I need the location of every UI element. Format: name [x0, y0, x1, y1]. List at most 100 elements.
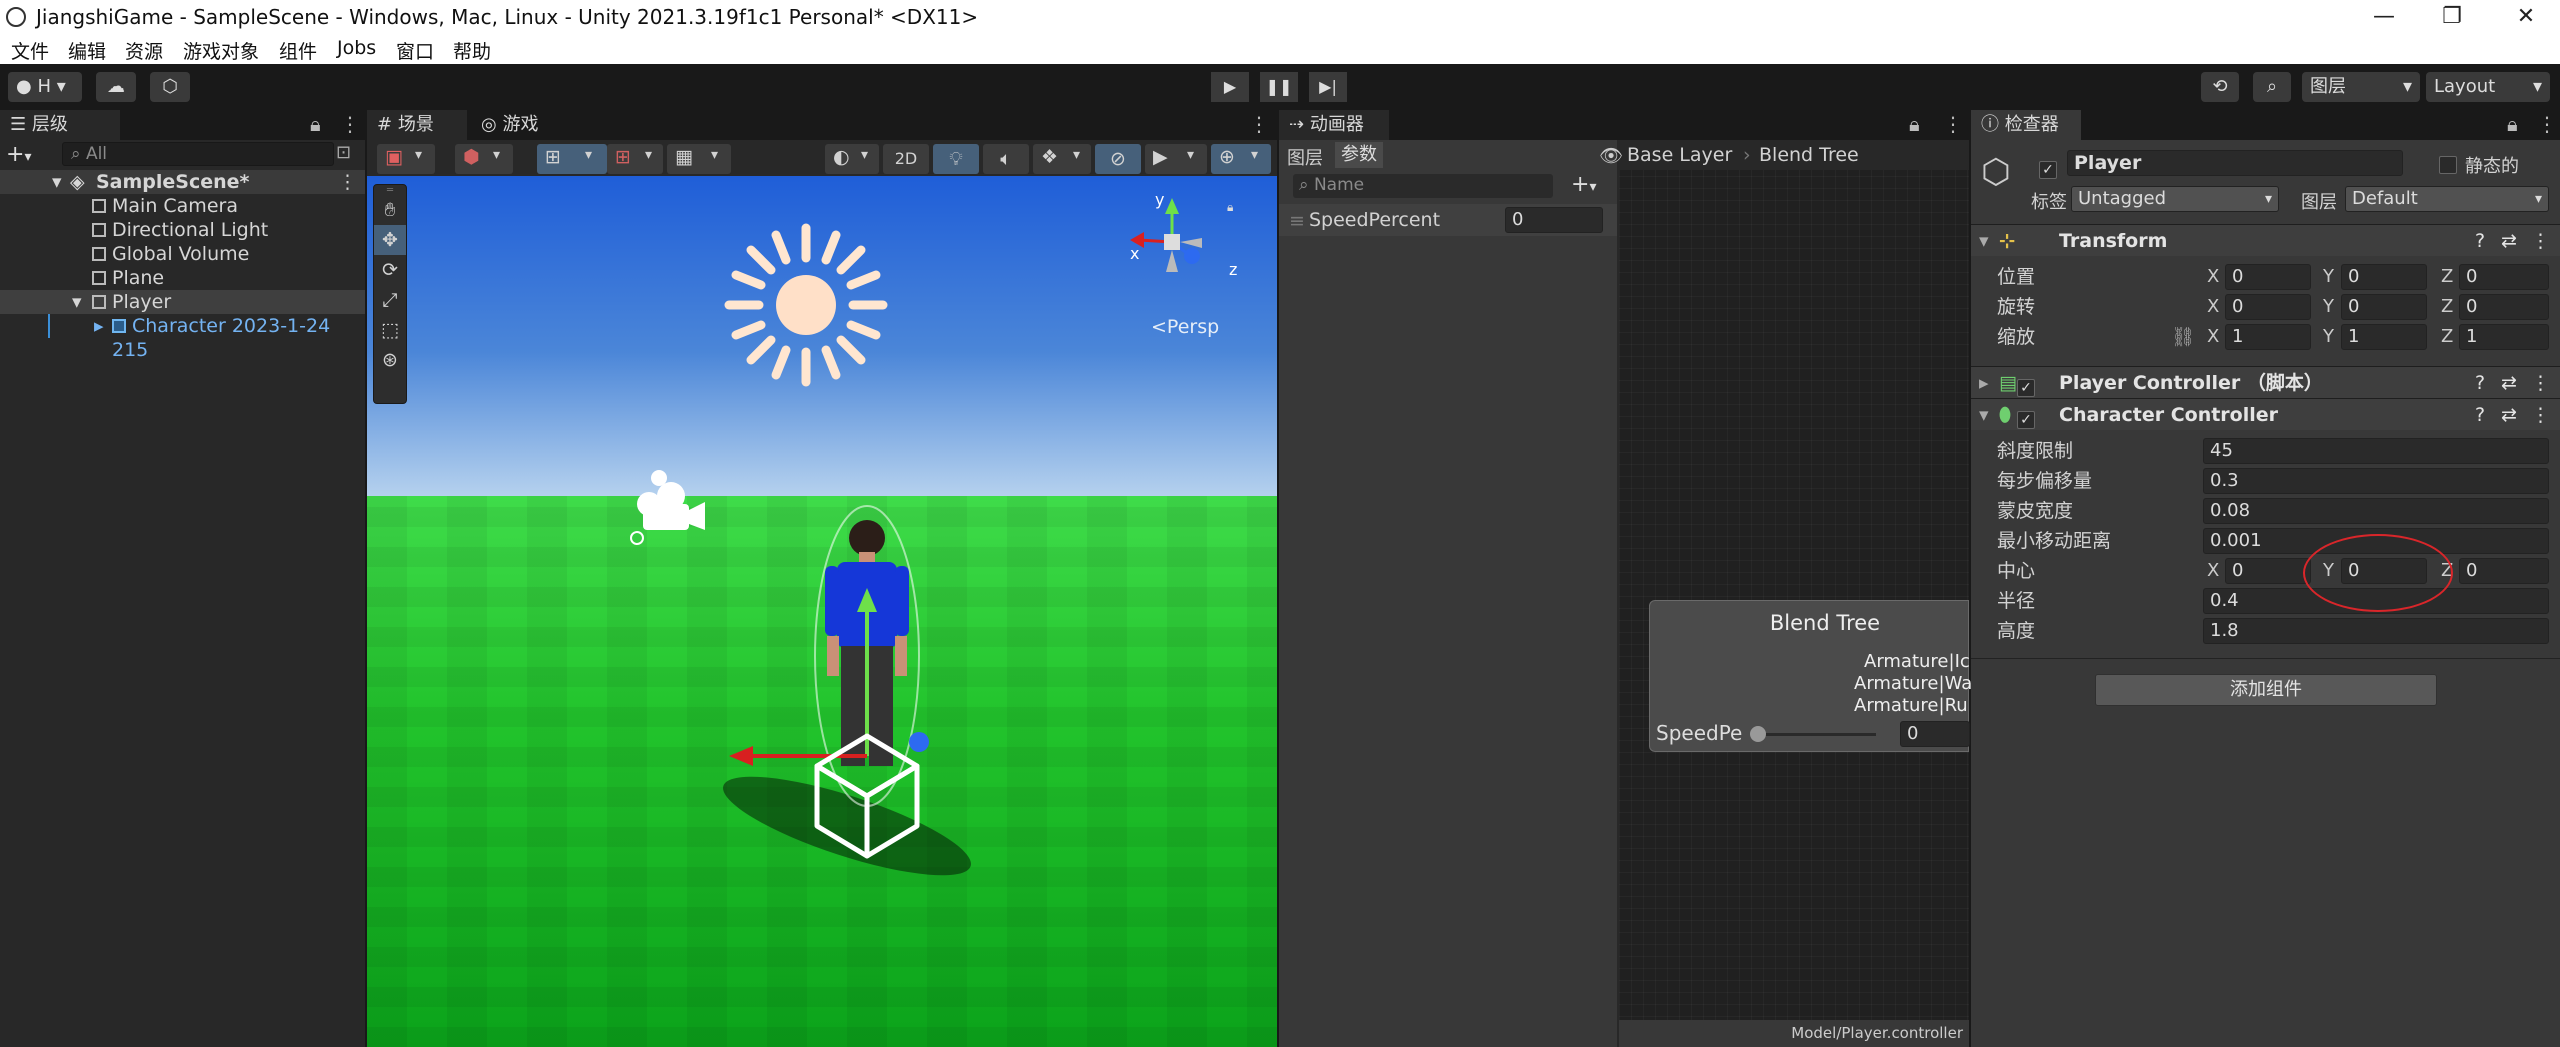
parameter-value-field[interactable]: 0	[1505, 207, 1603, 233]
rotation-x-field[interactable]: 0	[2225, 294, 2311, 320]
node-slider-thumb[interactable]	[1750, 726, 1766, 742]
lock-icon[interactable]: 🔒︎	[310, 112, 321, 136]
kebab-menu-icon[interactable]: ⋮	[2531, 399, 2550, 431]
list-item-selected[interactable]: ▾ Player	[0, 290, 365, 314]
render-mode-dropdown[interactable]: ⬢ ▾	[455, 144, 513, 174]
lighting-toggle[interactable]: 💡︎	[933, 144, 979, 174]
close-button[interactable]: ✕	[2498, 2, 2554, 32]
help-icon[interactable]: ?	[2475, 399, 2485, 431]
tab-animator[interactable]: ⇢ 动画器	[1279, 110, 1389, 140]
scale-y-field[interactable]: 1	[2341, 324, 2427, 350]
menu-jobs[interactable]: Jobs	[337, 37, 376, 59]
maximize-button[interactable]: ❐	[2424, 2, 2480, 32]
static-checkbox[interactable]	[2439, 156, 2457, 174]
menu-edit[interactable]: 编辑	[68, 37, 106, 64]
scene-camera-dropdown[interactable]: ▶ ▾	[1145, 144, 1207, 174]
grid-visibility-dropdown[interactable]: ▦ ▾	[667, 144, 731, 174]
cloud-button[interactable]: ☁	[96, 72, 136, 102]
lock-icon[interactable]: 🔒︎	[2507, 112, 2518, 136]
link-icon[interactable]: ⛓︎	[2171, 322, 2195, 352]
persp-toggle[interactable]: <Persp	[1151, 316, 1219, 338]
rotation-z-field[interactable]: 0	[2459, 294, 2549, 320]
kebab-menu-icon[interactable]: ⋮	[1249, 112, 1269, 136]
eye-icon[interactable]: 👁︎	[1599, 144, 1623, 167]
step-button[interactable]: ▶|	[1309, 72, 1347, 102]
layers-dropdown[interactable]: 图层 ▾	[2302, 72, 2420, 102]
center-x-field[interactable]: 0	[2225, 558, 2311, 584]
node-slider-track[interactable]	[1756, 733, 1876, 736]
tab-parameters[interactable]: 参数	[1335, 142, 1383, 168]
preset-icon[interactable]: ⇄	[2501, 225, 2517, 257]
enabled-checkbox[interactable]: ✓	[2017, 411, 2035, 429]
camera-mode-dropdown[interactable]: ◐ ▾	[825, 144, 879, 174]
pause-button[interactable]: ❚❚	[1260, 72, 1298, 102]
draw-mode-dropdown[interactable]: ▣ ▾	[377, 144, 435, 174]
transform-tool-button[interactable]: ⊛	[374, 345, 406, 375]
audio-toggle[interactable]: 🔈︎	[983, 144, 1029, 174]
position-z-field[interactable]: 0	[2459, 264, 2549, 290]
menu-window[interactable]: 窗口	[396, 37, 434, 64]
kebab-menu-icon[interactable]: ⋮	[1943, 112, 1963, 136]
breadcrumb-base-layer[interactable]: Base Layer	[1627, 144, 1732, 166]
tab-inspector[interactable]: ⓘ 检查器	[1971, 110, 2081, 140]
tab-hierarchy[interactable]: ☰ 层级	[0, 110, 120, 140]
preset-icon[interactable]: ⇄	[2501, 399, 2517, 431]
player-controller-header[interactable]: ▸ ▤ ✓ Player Controller （脚本） ? ⇄ ⋮	[1971, 366, 2560, 398]
object-name-field[interactable]: Player	[2067, 150, 2403, 176]
tab-layers[interactable]: 图层	[1287, 144, 1323, 169]
tag-dropdown[interactable]: Untagged ▾	[2071, 186, 2279, 212]
add-component-button[interactable]: 添加组件	[2095, 674, 2437, 706]
kebab-menu-icon[interactable]: ⋮	[2537, 112, 2557, 136]
menu-gameobject[interactable]: 游戏对象	[183, 37, 259, 64]
help-icon[interactable]: ?	[2475, 367, 2485, 399]
search-button[interactable]: ⌕	[2253, 72, 2291, 102]
character-controller-header[interactable]: ▾ ⬮ ✓ Character Controller ? ⇄ ⋮	[1971, 398, 2560, 430]
kebab-menu-icon[interactable]: ⋮	[340, 112, 360, 136]
kebab-menu-icon[interactable]: ⋮	[2531, 225, 2550, 257]
collab-button[interactable]: ⬡	[150, 72, 190, 102]
parameter-search-input[interactable]: ⌕ Name	[1293, 174, 1553, 198]
list-item[interactable]: Plane	[0, 266, 365, 290]
help-icon[interactable]: ?	[2475, 225, 2485, 257]
kebab-menu-icon[interactable]: ⋮	[338, 170, 357, 194]
slope-limit-field[interactable]: 45	[2203, 438, 2549, 464]
hierarchy-search-input[interactable]: ⌕ All	[62, 142, 334, 166]
menu-help[interactable]: 帮助	[453, 37, 491, 64]
filter-icon[interactable]: ⊡	[336, 142, 351, 163]
play-button[interactable]: ▶	[1211, 72, 1249, 102]
scale-tool-button[interactable]: ⤢	[374, 285, 406, 315]
preset-icon[interactable]: ⇄	[2501, 367, 2517, 399]
hidden-objects-toggle[interactable]: ⊘	[1095, 144, 1141, 174]
transform-header[interactable]: ▾ ⊹ Transform ? ⇄ ⋮	[1971, 224, 2560, 256]
height-field[interactable]: 1.8	[2203, 618, 2549, 644]
layer-dropdown[interactable]: Default ▾	[2345, 186, 2549, 212]
breadcrumb-blend-tree[interactable]: Blend Tree	[1759, 144, 1859, 166]
history-button[interactable]: ⟲	[2201, 72, 2239, 102]
active-checkbox[interactable]: ✓	[2039, 161, 2057, 179]
list-item[interactable]: Directional Light	[0, 218, 365, 242]
animator-graph[interactable]: 👁︎ Base Layer › Blend Tree Blend Tree Ar…	[1599, 140, 1972, 1047]
position-y-field[interactable]: 0	[2341, 264, 2427, 290]
move-tool-button[interactable]: ✥	[374, 225, 406, 255]
account-dropdown[interactable]: ● H ▾	[8, 72, 82, 102]
scene-row[interactable]: ▾ ◈ SampleScene* ⋮	[0, 170, 365, 194]
grid-snap-toggle[interactable]: ⊞ ▾	[537, 144, 607, 174]
position-x-field[interactable]: 0	[2225, 264, 2311, 290]
enabled-checkbox[interactable]: ✓	[2017, 379, 2035, 397]
list-item[interactable]: Global Volume	[0, 242, 365, 266]
rect-tool-button[interactable]: ⬚	[374, 315, 406, 345]
list-item[interactable]: Main Camera	[0, 194, 365, 218]
lock-icon[interactable]: 🔒︎	[1227, 200, 1233, 215]
2d-toggle[interactable]: 2D	[883, 144, 929, 174]
scale-z-field[interactable]: 1	[2459, 324, 2549, 350]
create-button[interactable]: +▾	[6, 142, 60, 167]
menu-component[interactable]: 组件	[279, 37, 317, 64]
orientation-gizmo[interactable]	[1122, 192, 1222, 292]
layout-dropdown[interactable]: Layout ▾	[2426, 72, 2550, 102]
minimize-button[interactable]: —	[2356, 2, 2412, 32]
menu-assets[interactable]: 资源	[125, 37, 163, 64]
scene-viewport[interactable]: ═ ✋︎ ✥ ⟳ ⤢ ⬚ ⊛ y x z 🔒︎ <Persp	[367, 176, 1277, 1047]
parameter-row[interactable]: ≡ SpeedPercent 0	[1279, 204, 1617, 236]
hand-tool-button[interactable]: ✋︎	[374, 195, 406, 225]
tab-game[interactable]: ◎ 游戏	[471, 110, 571, 140]
